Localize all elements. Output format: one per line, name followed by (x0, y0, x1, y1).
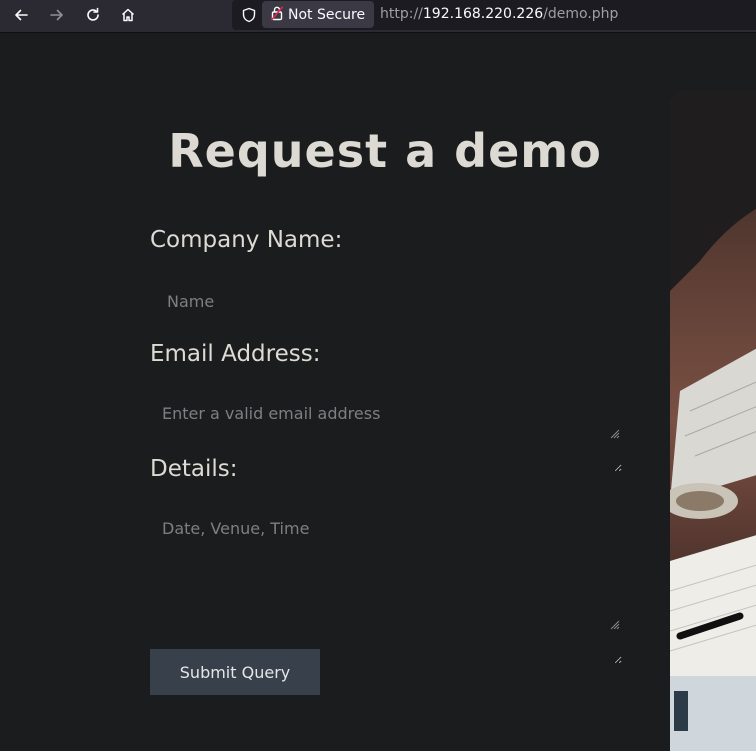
company-name-label: Company Name: (150, 227, 343, 253)
company-name-input[interactable] (150, 279, 622, 323)
details-field[interactable] (150, 509, 622, 664)
page-content: Request a demo Company Name: Email Addre… (0, 34, 756, 751)
page-title: Request a demo (168, 124, 602, 178)
resize-grip-icon[interactable] (610, 620, 620, 630)
submit-query-button[interactable]: Submit Query (150, 649, 320, 695)
url-path: /demo.php (543, 6, 619, 22)
security-indicator[interactable]: Not Secure (262, 1, 375, 28)
security-label: Not Secure (288, 6, 366, 23)
reload-icon[interactable] (81, 4, 105, 26)
back-arrow-icon[interactable] (9, 4, 33, 26)
browser-toolbar: Not Secure http://192.168.220.226/demo.p… (0, 0, 756, 33)
forward-arrow-icon[interactable] (45, 4, 69, 26)
insecure-lock-icon (270, 5, 284, 25)
resize-grip-icon[interactable] (610, 429, 620, 439)
address-bar[interactable]: Not Secure http://192.168.220.226/demo.p… (232, 0, 756, 30)
url-host: 192.168.220.226 (422, 6, 544, 22)
details-label: Details: (150, 456, 238, 482)
home-icon[interactable] (116, 4, 140, 26)
hero-photo (670, 91, 756, 751)
shield-icon[interactable] (241, 7, 257, 27)
url-text[interactable]: http://192.168.220.226/demo.php (380, 6, 618, 22)
email-address-label: Email Address: (150, 341, 321, 367)
url-scheme: http:// (380, 6, 423, 22)
